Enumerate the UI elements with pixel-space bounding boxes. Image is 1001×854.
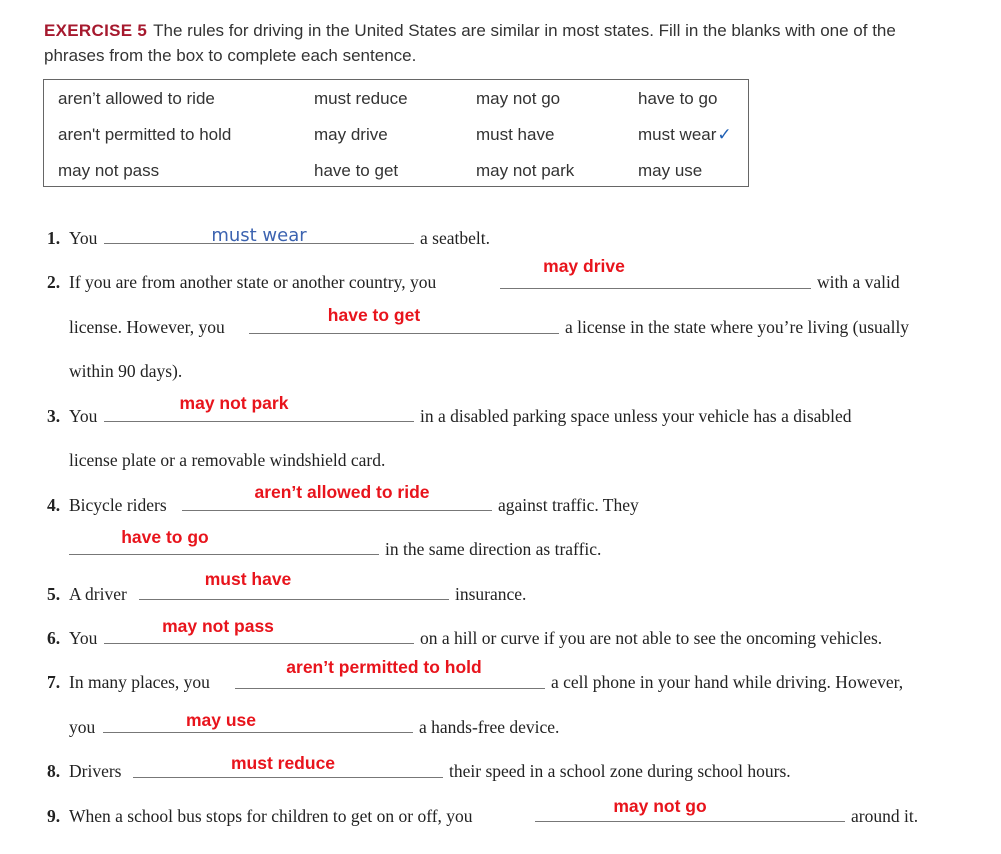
- sentence-text: against traffic. They: [498, 495, 639, 515]
- item-number: 6.: [47, 628, 61, 648]
- checkmark-icon: ✓: [717, 125, 732, 144]
- answer-blank[interactable]: [139, 599, 449, 600]
- sentence-text: license plate or a removable windshield …: [69, 450, 386, 470]
- item-number: 1.: [47, 228, 61, 248]
- sentence-text: Bicycle riders: [69, 495, 167, 515]
- answer-blank[interactable]: [133, 777, 443, 778]
- answer-blank[interactable]: [535, 821, 845, 822]
- answer-blank[interactable]: [104, 421, 414, 422]
- sentence-text: their speed in a school zone during scho…: [449, 761, 791, 781]
- item-number: 3.: [47, 406, 61, 426]
- item-number: 9.: [47, 806, 61, 826]
- phrase: must have: [476, 125, 555, 144]
- sentence-text: in the same direction as traffic.: [385, 539, 602, 559]
- sentence-text: with a valid: [817, 272, 900, 292]
- exercise-instructions: EXERCISE 5 The rules for driving in the U…: [44, 18, 944, 68]
- sentence-text: You: [69, 228, 98, 248]
- sentence-text: a cell phone in your hand while driving.…: [551, 672, 904, 692]
- answer: must have: [204, 569, 292, 589]
- sentence-text: license. However, you: [69, 317, 225, 337]
- answer-blank[interactable]: [182, 510, 492, 511]
- answer: have to go: [121, 527, 209, 547]
- phrase: may drive: [314, 125, 388, 144]
- item-number: 5.: [47, 584, 61, 604]
- item-number: 7.: [47, 672, 61, 692]
- answer: must reduce: [230, 753, 336, 773]
- sentence-text: within 90 days).: [69, 361, 183, 381]
- sentence-text: If you are from another state or another…: [69, 272, 437, 292]
- sentence-text: When a school bus stops for children to …: [69, 806, 473, 826]
- answer: may use: [185, 710, 257, 730]
- sentence-text: a seatbelt.: [420, 228, 490, 248]
- phrase: have to get: [314, 161, 399, 180]
- sentence-text: You: [69, 406, 98, 426]
- phrase: may not park: [476, 161, 575, 180]
- handwritten-answer: must wear: [211, 225, 307, 246]
- phrase: aren’t allowed to ride: [58, 89, 215, 108]
- answer: may drive: [543, 256, 625, 276]
- answer-blank[interactable]: [235, 688, 545, 689]
- phrase: must reduce: [314, 89, 408, 108]
- sentence-text: A driver: [69, 584, 127, 604]
- answer: aren’t permitted to hold: [286, 657, 482, 677]
- sentence-text: around it.: [851, 806, 919, 826]
- sentence-text: insurance.: [455, 584, 527, 604]
- phrase: may use: [638, 161, 703, 180]
- sentence-text: a license in the state where you’re livi…: [565, 317, 910, 337]
- answer: may not park: [179, 393, 289, 413]
- sentence-text: In many places, you: [69, 672, 210, 692]
- answer-blank[interactable]: [249, 333, 559, 334]
- item-number: 4.: [47, 495, 61, 515]
- phrase: may not pass: [58, 161, 160, 180]
- word-box: aren’t allowed to ride must reduce may n…: [43, 79, 749, 187]
- phrase: aren't permitted to hold: [58, 125, 232, 144]
- answer-blank[interactable]: [103, 732, 413, 733]
- phrase: may not go: [476, 89, 561, 108]
- exercise-label: EXERCISE 5: [44, 21, 148, 40]
- answer-blank[interactable]: [500, 288, 811, 289]
- phrase: have to go: [638, 89, 718, 108]
- phrase: must wear✓: [638, 125, 732, 145]
- answer: have to get: [327, 305, 421, 325]
- sentence-text: on a hill or curve if you are not able t…: [420, 628, 883, 648]
- answer-blank[interactable]: [69, 554, 379, 555]
- answer: may not pass: [162, 616, 274, 636]
- sentence-text: you: [69, 717, 96, 737]
- sentence-text: You: [69, 628, 98, 648]
- answer: may not go: [613, 796, 707, 816]
- item-number: 8.: [47, 761, 61, 781]
- instructions-text: The rules for driving in the United Stat…: [44, 21, 896, 65]
- phrase-text: must wear: [638, 125, 717, 144]
- sentence-text: in a disabled parking space unless your …: [420, 406, 852, 426]
- answer-blank[interactable]: [104, 643, 414, 644]
- sentence-text: Drivers: [69, 761, 122, 781]
- answer: aren’t allowed to ride: [254, 482, 430, 502]
- sentence-text: a hands-free device.: [419, 717, 560, 737]
- item-number: 2.: [47, 272, 61, 292]
